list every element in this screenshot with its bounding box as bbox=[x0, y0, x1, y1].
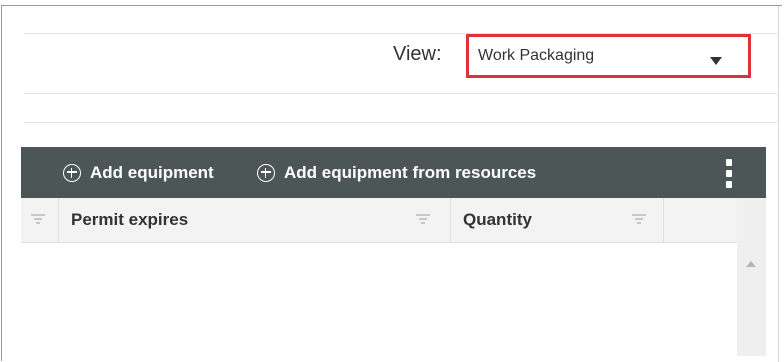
divider-lower bbox=[24, 122, 777, 123]
add-circle-icon bbox=[257, 163, 275, 182]
filter-icon[interactable] bbox=[416, 214, 430, 224]
add-equipment-from-resources-button[interactable]: Add equipment from resources bbox=[257, 147, 536, 198]
panel-right-border bbox=[778, 6, 779, 362]
grid-header: Permit expires Quantity bbox=[21, 198, 737, 243]
add-equipment-label: Add equipment bbox=[90, 162, 214, 182]
filter-icon[interactable] bbox=[632, 214, 646, 224]
column-title: Quantity bbox=[463, 210, 532, 229]
view-label: View: bbox=[393, 43, 442, 65]
divider-middle bbox=[24, 93, 777, 94]
add-circle-icon bbox=[63, 163, 81, 182]
column-header-hidden bbox=[21, 198, 59, 242]
column-header-permit-expires[interactable]: Permit expires bbox=[59, 198, 451, 242]
vertical-scrollbar[interactable] bbox=[737, 198, 766, 356]
scroll-up-arrow-icon[interactable] bbox=[746, 261, 756, 267]
column-header-quantity[interactable]: Quantity bbox=[451, 198, 664, 242]
equipment-toolbar: Add equipment Add equipment from resourc… bbox=[21, 147, 766, 198]
add-equipment-button[interactable]: Add equipment bbox=[63, 147, 214, 198]
column-header-empty bbox=[664, 198, 737, 242]
chevron-down-icon bbox=[710, 57, 722, 65]
view-dropdown[interactable]: Work Packaging bbox=[466, 34, 751, 78]
view-dropdown-value: Work Packaging bbox=[478, 47, 595, 64]
more-options-icon[interactable] bbox=[724, 159, 734, 189]
column-title: Permit expires bbox=[71, 210, 189, 229]
filter-icon[interactable] bbox=[31, 214, 45, 224]
add-equipment-from-resources-label: Add equipment from resources bbox=[284, 162, 537, 182]
